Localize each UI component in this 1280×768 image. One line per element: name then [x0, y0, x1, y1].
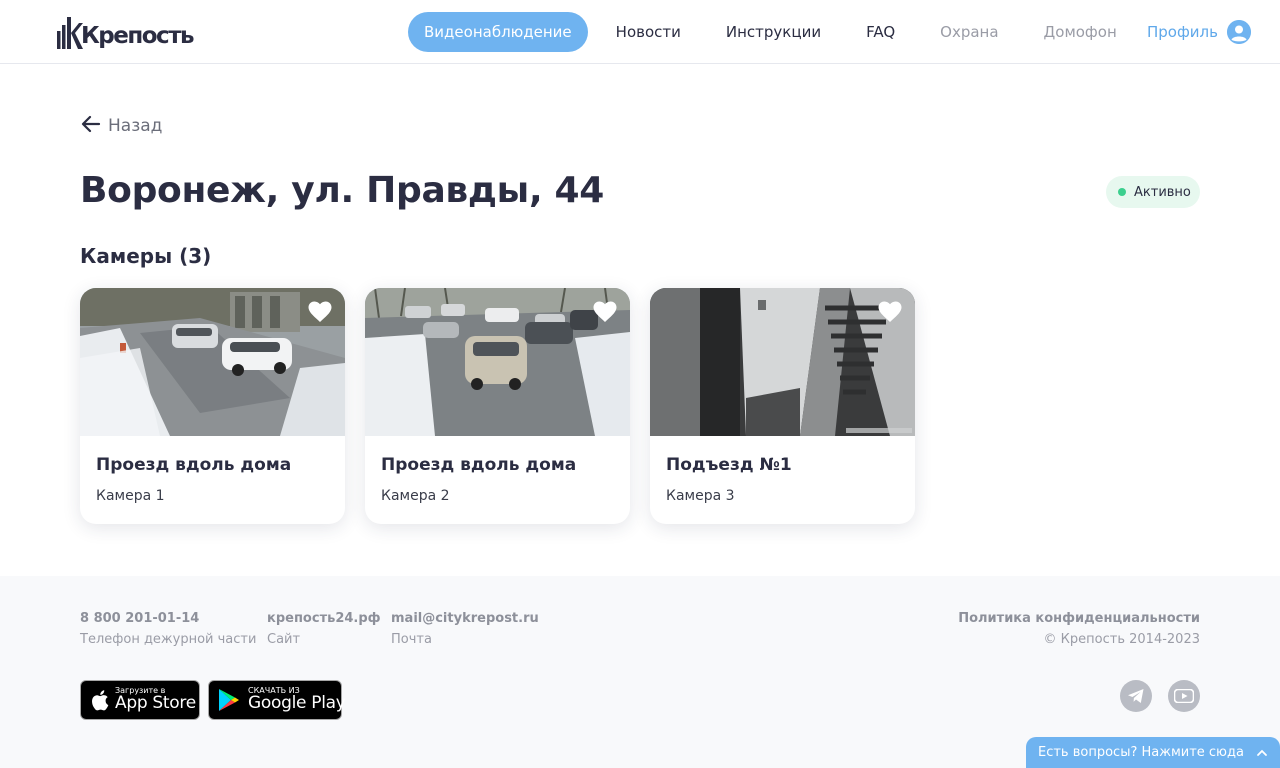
nav-item-news[interactable]: Новости	[616, 12, 681, 52]
back-label: Назад	[108, 116, 163, 136]
user-avatar-icon	[1226, 20, 1251, 44]
profile-link[interactable]: Профиль	[1147, 12, 1251, 52]
google-play-text: СКАЧАТЬ ИЗ Google Play	[248, 687, 346, 713]
camera-title: Проезд вдоль дома	[381, 455, 577, 475]
nav-item-intercom[interactable]: Домофон	[1044, 12, 1117, 52]
apple-icon	[91, 689, 109, 711]
camera-title: Подъезд №1	[666, 455, 792, 475]
camera-subtitle: Камера 3	[666, 488, 735, 504]
site-caption: Сайт	[267, 632, 301, 647]
camera-card[interactable]: Проезд вдоль дома Камера 2	[365, 288, 630, 524]
google-play-icon	[218, 688, 240, 712]
phone-number[interactable]: 8 800 201-01-14	[80, 611, 256, 626]
camera-card[interactable]: Проезд вдоль дома Камера 1	[80, 288, 345, 524]
nav-item-instructions[interactable]: Инструкции	[726, 12, 821, 52]
legal-block: Политика конфиденциальности © Крепость 2…	[958, 611, 1200, 647]
app-store-big: App Store	[115, 693, 196, 714]
nav-item-security[interactable]: Охрана	[940, 12, 998, 52]
app-store-button[interactable]: Загрузите в App Store	[80, 680, 200, 720]
nav-item-faq[interactable]: FAQ	[866, 12, 895, 52]
logo[interactable]: Крепость	[57, 15, 195, 49]
profile-label: Профиль	[1147, 23, 1218, 41]
heart-icon[interactable]	[878, 301, 902, 323]
camera-preview-image	[650, 288, 915, 436]
nav-item-video[interactable]: Видеонаблюдение	[408, 12, 588, 52]
status-dot-icon	[1118, 188, 1126, 196]
heart-icon[interactable]	[308, 301, 332, 323]
email-link[interactable]: mail@citykrepost.ru	[391, 611, 539, 626]
back-link[interactable]: Назад	[80, 112, 162, 140]
main-nav: Видеонаблюдение Новости Инструкции FAQ О…	[408, 12, 1117, 52]
chat-label: Есть вопросы? Нажмите сюда	[1038, 745, 1244, 760]
camera-subtitle: Камера 2	[381, 488, 450, 504]
arrow-left-icon	[80, 113, 102, 139]
status-badge: Активно	[1106, 176, 1200, 208]
camera-subtitle: Камера 1	[96, 488, 165, 504]
telegram-icon[interactable]	[1120, 680, 1152, 712]
google-play-big: Google Play	[248, 693, 346, 714]
google-play-button[interactable]: СКАЧАТЬ ИЗ Google Play	[208, 680, 346, 720]
privacy-policy-link[interactable]: Политика конфиденциальности	[958, 611, 1200, 626]
page-title: Воронеж, ул. Правды, 44	[80, 170, 605, 211]
logo-mark-icon	[57, 15, 83, 49]
camera-preview-image	[80, 288, 345, 436]
contact-phone[interactable]: 8 800 201-01-14 Телефон дежурной части	[80, 611, 256, 647]
camera-title: Проезд вдоль дома	[96, 455, 292, 475]
chevron-up-icon	[1256, 747, 1268, 762]
site-link[interactable]: крепость24.рф	[267, 611, 381, 626]
camera-card[interactable]: Подъезд №1 Камера 3	[650, 288, 915, 524]
logo-text: Крепость	[81, 23, 195, 49]
contact-email[interactable]: mail@citykrepost.ru Почта	[391, 611, 539, 647]
contact-site[interactable]: крепость24.рф Сайт	[267, 611, 381, 647]
email-caption: Почта	[391, 632, 432, 647]
heart-icon[interactable]	[593, 301, 617, 323]
camera-preview-image	[365, 288, 630, 436]
top-header: Крепость Видеонаблюдение Новости Инструк…	[0, 0, 1280, 64]
status-label: Активно	[1134, 184, 1191, 200]
support-chat-widget[interactable]: Есть вопросы? Нажмите сюда	[1026, 737, 1280, 768]
youtube-icon[interactable]	[1168, 680, 1200, 712]
app-store-text: Загрузите в App Store	[115, 687, 196, 713]
cameras-section-title: Камеры (3)	[80, 244, 212, 268]
phone-caption: Телефон дежурной части	[80, 632, 257, 647]
copyright: © Крепость 2014-2023	[1043, 632, 1200, 647]
camera-list: Проезд вдоль дома Камера 1 Проезд вдоль …	[80, 288, 915, 524]
